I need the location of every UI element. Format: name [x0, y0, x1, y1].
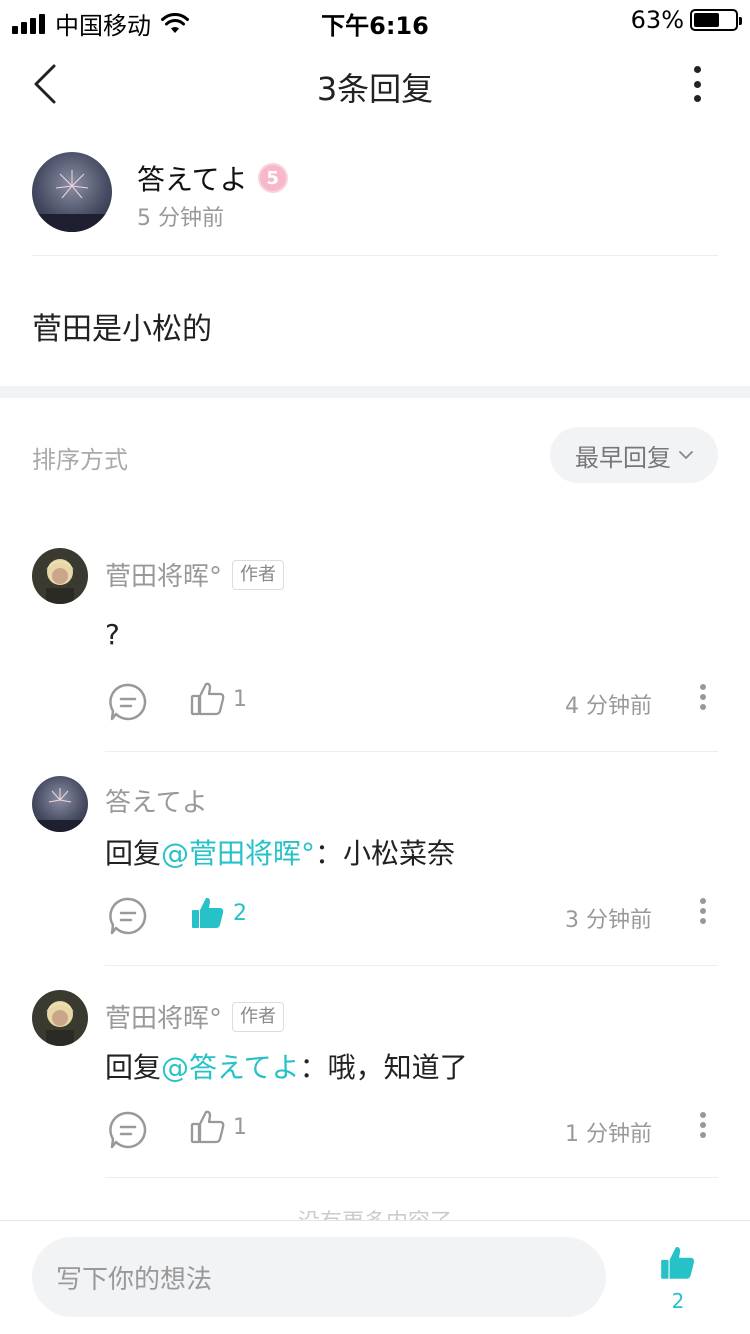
post-time: 5 分钟前 [137, 206, 224, 231]
status-bar: 中国移动 下午6:16 63% [0, 0, 750, 40]
comment-bubble-icon[interactable] [108, 682, 148, 722]
more-vertical-icon[interactable] [700, 898, 706, 924]
sort-dropdown[interactable]: 最早回复 [550, 427, 718, 483]
comment-author-name[interactable]: 菅田将晖° [105, 556, 222, 593]
like-count: 1 [233, 1114, 247, 1140]
reply-body: ：哦，知道了 [299, 1051, 468, 1084]
battery-fill [694, 13, 720, 27]
nav-bar: 3条回复 [0, 40, 750, 128]
thumbs-up-icon [190, 682, 225, 716]
mention-link[interactable]: @菅田将晖° [161, 837, 315, 870]
section-separator [0, 386, 750, 398]
thumbs-up-filled-icon [192, 897, 224, 928]
divider [105, 1177, 718, 1178]
comment-actions: 1 4 分钟前 [105, 680, 718, 724]
like-button[interactable]: 1 [189, 680, 247, 718]
battery-percent: 63% [630, 6, 684, 34]
avatar[interactable] [32, 990, 88, 1046]
reply-prefix: 回复 [105, 837, 162, 870]
comment-time: 4 分钟前 [565, 694, 652, 719]
avatar[interactable] [32, 776, 88, 832]
status-right: 63% [630, 6, 742, 34]
divider [105, 965, 718, 966]
mention-link[interactable]: @答えてよ [161, 1051, 300, 1084]
like-button[interactable]: 1 [189, 1108, 247, 1146]
comment-time: 3 分钟前 [565, 908, 652, 933]
more-vertical-icon[interactable] [692, 66, 702, 102]
comment-author: 菅田将晖° 作者 [105, 556, 285, 593]
like-button[interactable]: 2 [189, 894, 247, 932]
page-title: 3条回复 [316, 70, 434, 108]
comment-author: 菅田将晖° 作者 [105, 998, 285, 1035]
like-count: 1 [233, 686, 247, 712]
comment-bubble-icon[interactable] [108, 1110, 148, 1150]
level-badge: 5 [257, 163, 288, 193]
comment-input-placeholder: 写下你的想法 [56, 1264, 213, 1295]
post-author-name[interactable]: 答えてよ [137, 158, 248, 198]
comment-text: 回复@菅田将晖°：小松菜奈 [105, 832, 455, 872]
post-content: 菅田是小松的 [32, 312, 212, 347]
avatar[interactable] [32, 548, 88, 604]
comment-time: 1 分钟前 [565, 1122, 652, 1147]
comment-text: ? [105, 618, 120, 651]
author-tag: 作者 [232, 559, 285, 590]
more-vertical-icon[interactable] [700, 684, 706, 710]
reply-body: ：小松菜奈 [315, 837, 456, 870]
bottom-like-button[interactable]: 2 [656, 1243, 700, 1313]
reply-prefix: 回复 [105, 1051, 162, 1084]
divider [32, 255, 718, 256]
avatar[interactable] [32, 152, 112, 232]
comment-text: 回复@答えてよ：哦，知道了 [105, 1046, 468, 1086]
original-post: 答えてよ 5 5 分钟前 菅田是小松的 [0, 128, 750, 386]
thumbs-up-icon [190, 1110, 225, 1144]
more-vertical-icon[interactable] [700, 1112, 706, 1138]
comment-bubble-icon[interactable] [108, 896, 148, 936]
comment-actions: 2 3 分钟前 [105, 894, 718, 938]
post-author: 答えてよ 5 [137, 158, 288, 198]
like-count: 2 [233, 900, 247, 926]
bottom-like-count: 2 [671, 1289, 685, 1313]
battery-icon [690, 9, 742, 31]
chevron-down-icon [679, 451, 693, 459]
comment-author-name[interactable]: 菅田将晖° [105, 998, 222, 1035]
divider [105, 751, 718, 752]
bottom-bar: 写下你的想法 2 [0, 1220, 750, 1334]
comment-actions: 1 1 分钟前 [105, 1108, 718, 1152]
comment-input[interactable]: 写下你的想法 [32, 1237, 606, 1317]
author-tag: 作者 [232, 1001, 285, 1032]
comment-author-name[interactable]: 答えてよ [105, 782, 208, 819]
thumbs-up-filled-icon [661, 1247, 694, 1279]
comment-author: 答えてよ [105, 782, 208, 819]
sort-label: 排序方式 [32, 446, 128, 474]
sort-selected: 最早回复 [575, 443, 671, 472]
